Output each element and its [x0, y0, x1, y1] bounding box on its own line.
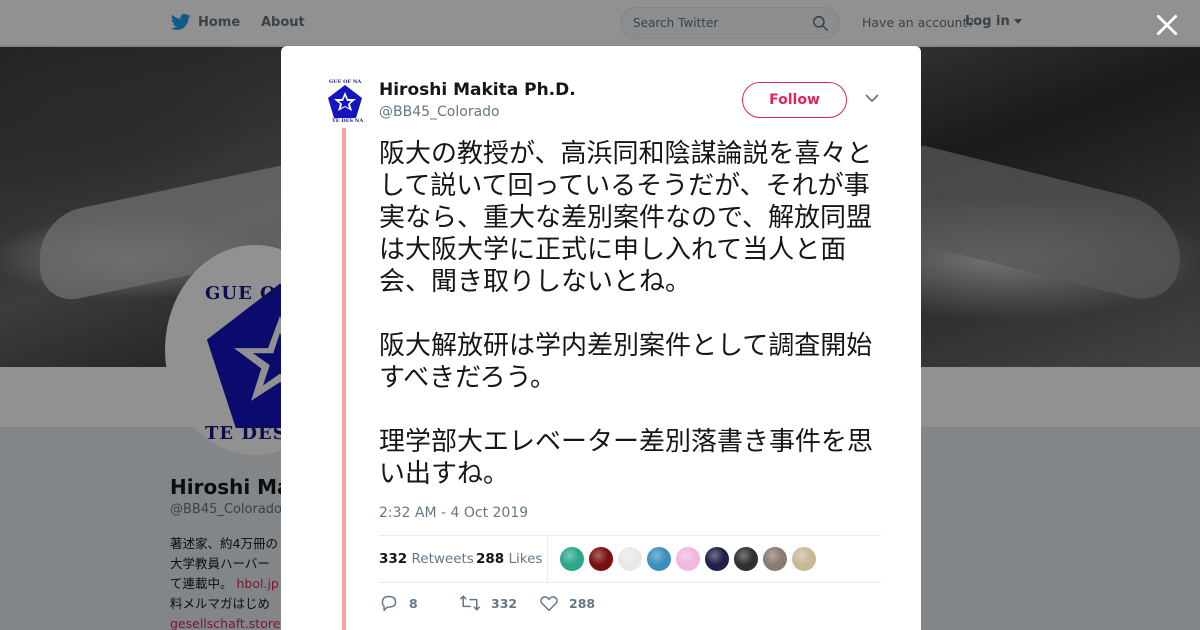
stats-divider [547, 536, 548, 582]
likes-stat[interactable]: 288 Likes [476, 551, 542, 567]
tweet-text: 阪大の教授が、高浜同和陰謀論説を喜々として説いて回っているそうだが、それが事実な… [379, 138, 889, 490]
chevron-down-icon[interactable] [865, 94, 879, 103]
close-icon[interactable] [1154, 12, 1180, 38]
like-count: 288 [569, 595, 596, 611]
liker-avatar[interactable] [589, 547, 613, 571]
liker-avatar[interactable] [734, 547, 758, 571]
retweet-icon [459, 595, 481, 611]
author-handle[interactable]: @BB45_Colorado [379, 104, 500, 120]
tweet-actions: 8 332 288 [379, 594, 779, 618]
avatar-text-top: GUE OF NA [329, 79, 362, 85]
liker-avatar[interactable] [705, 547, 729, 571]
follow-button[interactable]: Follow [742, 82, 847, 118]
like-action[interactable]: 288 [539, 594, 595, 612]
liker-avatar[interactable] [763, 547, 787, 571]
reply-icon [381, 595, 397, 612]
retweet-count: 332 [491, 595, 518, 611]
author-name[interactable]: Hiroshi Makita Ph.D. [379, 80, 576, 100]
author-avatar[interactable]: GUE OF NA TE DES NA [326, 79, 364, 125]
reply-action[interactable]: 8 [379, 594, 418, 612]
tweet-paragraph: 阪大の教授が、高浜同和陰謀論説を喜々として説いて回っているそうだが、それが事実な… [379, 139, 873, 297]
reply-count: 8 [409, 595, 418, 611]
retweets-count: 332 [379, 551, 408, 567]
thread-line [342, 128, 346, 630]
tweet-modal: GUE OF NA TE DES NA Hiroshi Makita Ph.D.… [281, 46, 921, 630]
liker-avatar[interactable] [560, 547, 584, 571]
tweet-stats: 332 Retweets 288 Likes [379, 535, 881, 583]
liker-avatars [560, 547, 816, 571]
retweet-action[interactable]: 332 [459, 594, 517, 612]
liker-avatar[interactable] [676, 547, 700, 571]
tweet-timestamp[interactable]: 2:32 AM - 4 Oct 2019 [379, 505, 528, 521]
avatar-text-bottom: TE DES NA [332, 118, 364, 124]
tweet-paragraph: 阪大解放研は学内差別案件として調査開始すべきだろう。 [379, 331, 873, 393]
liker-avatar[interactable] [792, 547, 816, 571]
liker-avatar[interactable] [647, 547, 671, 571]
likes-count: 288 [476, 551, 505, 567]
liker-avatar[interactable] [618, 547, 642, 571]
retweets-label: Retweets [411, 551, 474, 567]
tweet-paragraph: 理学部大エレベーター差別落書き事件を思い出すね。 [379, 427, 874, 489]
likes-label: Likes [508, 551, 543, 567]
retweets-stat[interactable]: 332 Retweets [379, 551, 474, 567]
heart-icon [540, 596, 558, 612]
